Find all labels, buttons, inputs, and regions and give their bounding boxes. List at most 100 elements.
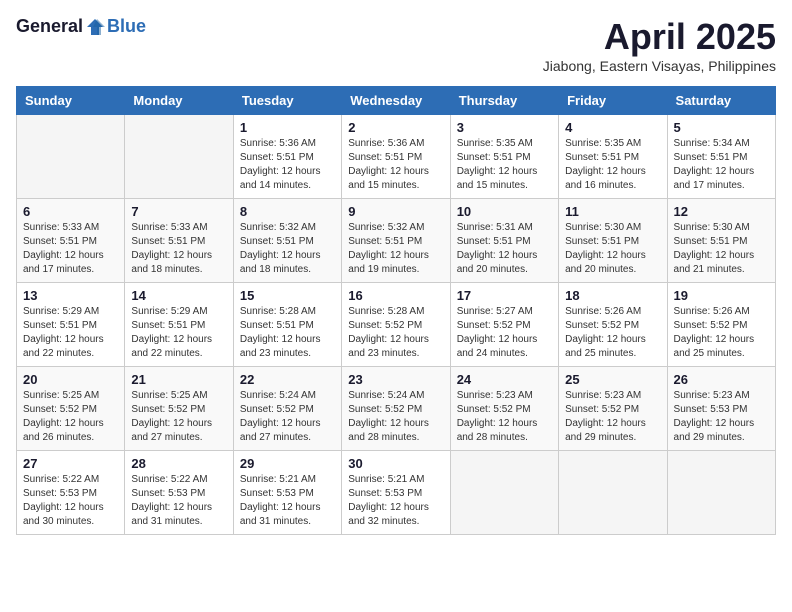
day-number: 11 (565, 204, 660, 219)
day-info: Sunrise: 5:30 AMSunset: 5:51 PMDaylight:… (674, 221, 769, 277)
calendar-week-row: 27 Sunrise: 5:22 AMSunset: 5:53 PMDayligh… (17, 451, 776, 535)
day-info: Sunrise: 5:22 AMSunset: 5:53 PMDaylight:… (23, 473, 118, 529)
day-info: Sunrise: 5:33 AMSunset: 5:51 PMDaylight:… (131, 221, 226, 277)
calendar-cell: 29 Sunrise: 5:21 AMSunset: 5:53 PMDayligh… (233, 451, 341, 535)
day-info: Sunrise: 5:31 AMSunset: 5:51 PMDaylight:… (457, 221, 552, 277)
day-number: 27 (23, 456, 118, 471)
day-info: Sunrise: 5:29 AMSunset: 5:51 PMDaylight:… (131, 305, 226, 361)
calendar-header-tuesday: Tuesday (233, 87, 341, 115)
calendar-cell: 25Sunrise: 5:23 AMSunset: 5:52 PMDayligh… (559, 367, 667, 451)
calendar-header-thursday: Thursday (450, 87, 558, 115)
day-info: Sunrise: 5:26 AMSunset: 5:52 PMDaylight:… (674, 305, 769, 361)
day-info: Sunrise: 5:35 AMSunset: 5:51 PMDaylight:… (565, 137, 660, 193)
calendar-week-row: 20Sunrise: 5:25 AMSunset: 5:52 PMDayligh… (17, 367, 776, 451)
calendar-week-row: 1 Sunrise: 5:36 AMSunset: 5:51 PMDaylight… (17, 115, 776, 199)
calendar-cell: 16 Sunrise: 5:28 AMSunset: 5:52 PMDayligh… (342, 283, 450, 367)
day-number: 22 (240, 372, 335, 387)
calendar-cell: 23Sunrise: 5:24 AMSunset: 5:52 PMDayligh… (342, 367, 450, 451)
logo-icon (85, 17, 105, 37)
day-info: Sunrise: 5:21 AMSunset: 5:53 PMDaylight:… (240, 473, 335, 529)
day-number: 12 (674, 204, 769, 219)
calendar-cell: 26 Sunrise: 5:23 AMSunset: 5:53 PMDayligh… (667, 367, 775, 451)
calendar-week-row: 13Sunrise: 5:29 AMSunset: 5:51 PMDayligh… (17, 283, 776, 367)
page-header: General Blue April 2025 Jiabong, Eastern… (16, 16, 776, 74)
calendar-cell: 28Sunrise: 5:22 AMSunset: 5:53 PMDayligh… (125, 451, 233, 535)
day-number: 30 (348, 456, 443, 471)
day-info: Sunrise: 5:30 AMSunset: 5:51 PMDaylight:… (565, 221, 660, 277)
day-number: 14 (131, 288, 226, 303)
logo-blue-text: Blue (107, 16, 146, 37)
location: Jiabong, Eastern Visayas, Philippines (543, 58, 776, 74)
day-number: 6 (23, 204, 118, 219)
day-info: Sunrise: 5:23 AMSunset: 5:53 PMDaylight:… (674, 389, 769, 445)
day-number: 4 (565, 120, 660, 135)
calendar-header-saturday: Saturday (667, 87, 775, 115)
day-info: Sunrise: 5:24 AMSunset: 5:52 PMDaylight:… (348, 389, 443, 445)
day-number: 10 (457, 204, 552, 219)
month-title: April 2025 (543, 16, 776, 58)
day-number: 17 (457, 288, 552, 303)
calendar-cell: 7 Sunrise: 5:33 AMSunset: 5:51 PMDaylight… (125, 199, 233, 283)
calendar-cell: 3Sunrise: 5:35 AMSunset: 5:51 PMDaylight… (450, 115, 558, 199)
calendar-cell: 2 Sunrise: 5:36 AMSunset: 5:51 PMDaylight… (342, 115, 450, 199)
day-number: 3 (457, 120, 552, 135)
calendar-cell: 30 Sunrise: 5:21 AMSunset: 5:53 PMDayligh… (342, 451, 450, 535)
day-info: Sunrise: 5:22 AMSunset: 5:53 PMDaylight:… (131, 473, 226, 529)
calendar-cell: 19 Sunrise: 5:26 AMSunset: 5:52 PMDayligh… (667, 283, 775, 367)
calendar-cell (559, 451, 667, 535)
calendar-cell: 22Sunrise: 5:24 AMSunset: 5:52 PMDayligh… (233, 367, 341, 451)
day-number: 24 (457, 372, 552, 387)
day-info: Sunrise: 5:28 AMSunset: 5:52 PMDaylight:… (348, 305, 443, 361)
calendar-header-friday: Friday (559, 87, 667, 115)
day-info: Sunrise: 5:36 AMSunset: 5:51 PMDaylight:… (240, 137, 335, 193)
logo: General Blue (16, 16, 146, 37)
calendar-header-sunday: Sunday (17, 87, 125, 115)
calendar-week-row: 6 Sunrise: 5:33 AMSunset: 5:51 PMDaylight… (17, 199, 776, 283)
day-number: 1 (240, 120, 335, 135)
day-number: 21 (131, 372, 226, 387)
calendar-cell: 5Sunrise: 5:34 AMSunset: 5:51 PMDaylight… (667, 115, 775, 199)
day-info: Sunrise: 5:34 AMSunset: 5:51 PMDaylight:… (674, 137, 769, 193)
day-number: 25 (565, 372, 660, 387)
calendar-cell: 20Sunrise: 5:25 AMSunset: 5:52 PMDayligh… (17, 367, 125, 451)
calendar-cell: 11 Sunrise: 5:30 AMSunset: 5:51 PMDayligh… (559, 199, 667, 283)
calendar-cell (667, 451, 775, 535)
day-number: 16 (348, 288, 443, 303)
calendar-cell: 14 Sunrise: 5:29 AMSunset: 5:51 PMDayligh… (125, 283, 233, 367)
day-info: Sunrise: 5:25 AMSunset: 5:52 PMDaylight:… (131, 389, 226, 445)
calendar-cell: 21 Sunrise: 5:25 AMSunset: 5:52 PMDayligh… (125, 367, 233, 451)
day-info: Sunrise: 5:32 AMSunset: 5:51 PMDaylight:… (240, 221, 335, 277)
day-info: Sunrise: 5:28 AMSunset: 5:51 PMDaylight:… (240, 305, 335, 361)
calendar-header-row: SundayMondayTuesdayWednesdayThursdayFrid… (17, 87, 776, 115)
calendar-cell (125, 115, 233, 199)
calendar-cell: 12 Sunrise: 5:30 AMSunset: 5:51 PMDayligh… (667, 199, 775, 283)
day-number: 2 (348, 120, 443, 135)
title-section: April 2025 Jiabong, Eastern Visayas, Phi… (543, 16, 776, 74)
calendar-header-wednesday: Wednesday (342, 87, 450, 115)
calendar-cell: 4 Sunrise: 5:35 AMSunset: 5:51 PMDaylight… (559, 115, 667, 199)
day-info: Sunrise: 5:29 AMSunset: 5:51 PMDaylight:… (23, 305, 118, 361)
calendar-cell (17, 115, 125, 199)
day-number: 8 (240, 204, 335, 219)
calendar-cell: 9Sunrise: 5:32 AMSunset: 5:51 PMDaylight… (342, 199, 450, 283)
calendar-table: SundayMondayTuesdayWednesdayThursdayFrid… (16, 86, 776, 535)
day-info: Sunrise: 5:26 AMSunset: 5:52 PMDaylight:… (565, 305, 660, 361)
day-number: 29 (240, 456, 335, 471)
day-info: Sunrise: 5:36 AMSunset: 5:51 PMDaylight:… (348, 137, 443, 193)
calendar-cell: 27 Sunrise: 5:22 AMSunset: 5:53 PMDayligh… (17, 451, 125, 535)
day-info: Sunrise: 5:25 AMSunset: 5:52 PMDaylight:… (23, 389, 118, 445)
day-number: 19 (674, 288, 769, 303)
day-info: Sunrise: 5:21 AMSunset: 5:53 PMDaylight:… (348, 473, 443, 529)
calendar-cell: 1 Sunrise: 5:36 AMSunset: 5:51 PMDaylight… (233, 115, 341, 199)
day-info: Sunrise: 5:27 AMSunset: 5:52 PMDaylight:… (457, 305, 552, 361)
calendar-cell: 6Sunrise: 5:33 AMSunset: 5:51 PMDaylight… (17, 199, 125, 283)
day-number: 7 (131, 204, 226, 219)
calendar-cell: 18Sunrise: 5:26 AMSunset: 5:52 PMDayligh… (559, 283, 667, 367)
day-number: 26 (674, 372, 769, 387)
calendar-cell: 17 Sunrise: 5:27 AMSunset: 5:52 PMDayligh… (450, 283, 558, 367)
day-number: 15 (240, 288, 335, 303)
calendar-cell: 24Sunrise: 5:23 AMSunset: 5:52 PMDayligh… (450, 367, 558, 451)
calendar-header-monday: Monday (125, 87, 233, 115)
day-number: 9 (348, 204, 443, 219)
calendar-cell: 15 Sunrise: 5:28 AMSunset: 5:51 PMDayligh… (233, 283, 341, 367)
